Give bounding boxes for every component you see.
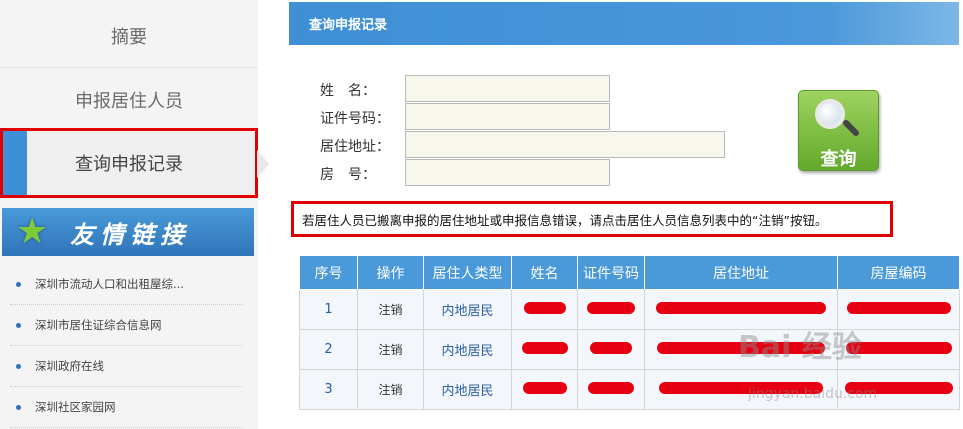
sidebar-item-label: 申报居住人员 [75, 90, 183, 112]
bullet-icon [16, 322, 21, 328]
room-number-input[interactable] [405, 159, 610, 186]
bullet-icon [16, 363, 21, 369]
query-button[interactable]: 查询 [798, 90, 879, 171]
name-input[interactable] [405, 75, 610, 102]
resident-type: 内地居民 [423, 329, 512, 370]
id-number-input[interactable] [405, 103, 610, 130]
sidebar-item-label: 摘要 [111, 26, 147, 48]
room-number-label: 房 号： [320, 167, 376, 183]
chevron-right-icon [257, 150, 269, 178]
friendly-links-header: ★ 友情链接 [2, 208, 254, 256]
redacted-house-code [837, 329, 960, 370]
active-indicator [3, 131, 27, 195]
sidebar: 摘要 申报居住人员 查询申报记录 ★ 友情链接 深圳市流动人口和出租屋综... … [0, 0, 269, 429]
resident-type: 内地居民 [423, 289, 512, 330]
redacted-house-code [837, 289, 960, 330]
records-table: 序号 操作 居住人类型 姓名 证件号码 居住地址 房屋编码 1 注销 内地居民 … [299, 255, 960, 410]
magnifier-handle [841, 118, 861, 138]
cancel-link[interactable]: 注销 [357, 289, 424, 330]
redacted-address [644, 369, 838, 410]
link-item[interactable]: 深圳市居住证综合信息网 [10, 305, 242, 346]
redacted-address [644, 289, 838, 330]
address-label: 居住地址： [320, 139, 390, 155]
friendly-links-title: 友情链接 [70, 219, 191, 249]
col-header: 房屋编码 [837, 255, 960, 290]
link-item[interactable]: 深圳市流动人口和出租屋综... [10, 264, 242, 305]
redacted-id [577, 329, 645, 370]
redacted-address [644, 329, 838, 370]
name-label: 姓 名： [320, 83, 376, 99]
bullet-icon [16, 404, 21, 410]
notice-banner: 若居住人员已搬离申报的居住地址或申报信息错误，请点击居住人员信息列表中的“注销”… [291, 201, 893, 237]
redacted-id [577, 289, 645, 330]
magnifier-icon [815, 99, 845, 129]
bullet-icon [16, 281, 21, 287]
address-input[interactable] [405, 131, 725, 158]
sidebar-item-declare-residents[interactable]: 申报居住人员 [0, 68, 258, 132]
sidebar-item-summary[interactable]: 摘要 [0, 4, 258, 68]
page-root: 摘要 申报居住人员 查询申报记录 ★ 友情链接 深圳市流动人口和出租屋综... … [0, 0, 963, 429]
table-row: 2 注销 内地居民 [299, 329, 960, 370]
row-number: 2 [299, 329, 358, 370]
friendly-links-list: 深圳市流动人口和出租屋综... 深圳市居住证综合信息网 深圳政府在线 深圳社区家… [10, 264, 242, 428]
col-header: 操作 [357, 255, 424, 290]
redacted-name [511, 369, 578, 410]
resident-type: 内地居民 [423, 369, 512, 410]
star-icon: ★ [16, 211, 49, 252]
col-header: 居住地址 [644, 255, 838, 290]
redacted-name [511, 329, 578, 370]
sidebar-item-query-records[interactable]: 查询申报记录 [0, 128, 269, 198]
redacted-id [577, 369, 645, 410]
redacted-name [511, 289, 578, 330]
cancel-link[interactable]: 注销 [357, 369, 424, 410]
sidebar-item-label: 查询申报记录 [75, 154, 183, 175]
table-row: 3 注销 内地居民 [299, 369, 960, 410]
panel-header: 查询申报记录 [289, 2, 959, 45]
row-number: 3 [299, 369, 358, 410]
link-item[interactable]: 深圳社区家园网 [10, 387, 242, 428]
id-number-label: 证件号码： [320, 111, 390, 127]
query-button-label: 查询 [820, 149, 857, 170]
col-header: 证件号码 [577, 255, 645, 290]
col-header: 姓名 [511, 255, 578, 290]
table-row: 1 注销 内地居民 [299, 289, 960, 330]
row-number: 1 [299, 289, 358, 330]
col-header: 居住人类型 [423, 255, 512, 290]
col-header: 序号 [299, 255, 358, 290]
redacted-house-code [837, 369, 960, 410]
cancel-link[interactable]: 注销 [357, 329, 424, 370]
notice-text: 若居住人员已搬离申报的居住地址或申报信息错误，请点击居住人员信息列表中的“注销”… [302, 212, 828, 228]
link-item[interactable]: 深圳政府在线 [10, 346, 242, 387]
panel-title: 查询申报记录 [309, 18, 388, 33]
table-header-row: 序号 操作 居住人类型 姓名 证件号码 居住地址 房屋编码 [299, 255, 960, 290]
